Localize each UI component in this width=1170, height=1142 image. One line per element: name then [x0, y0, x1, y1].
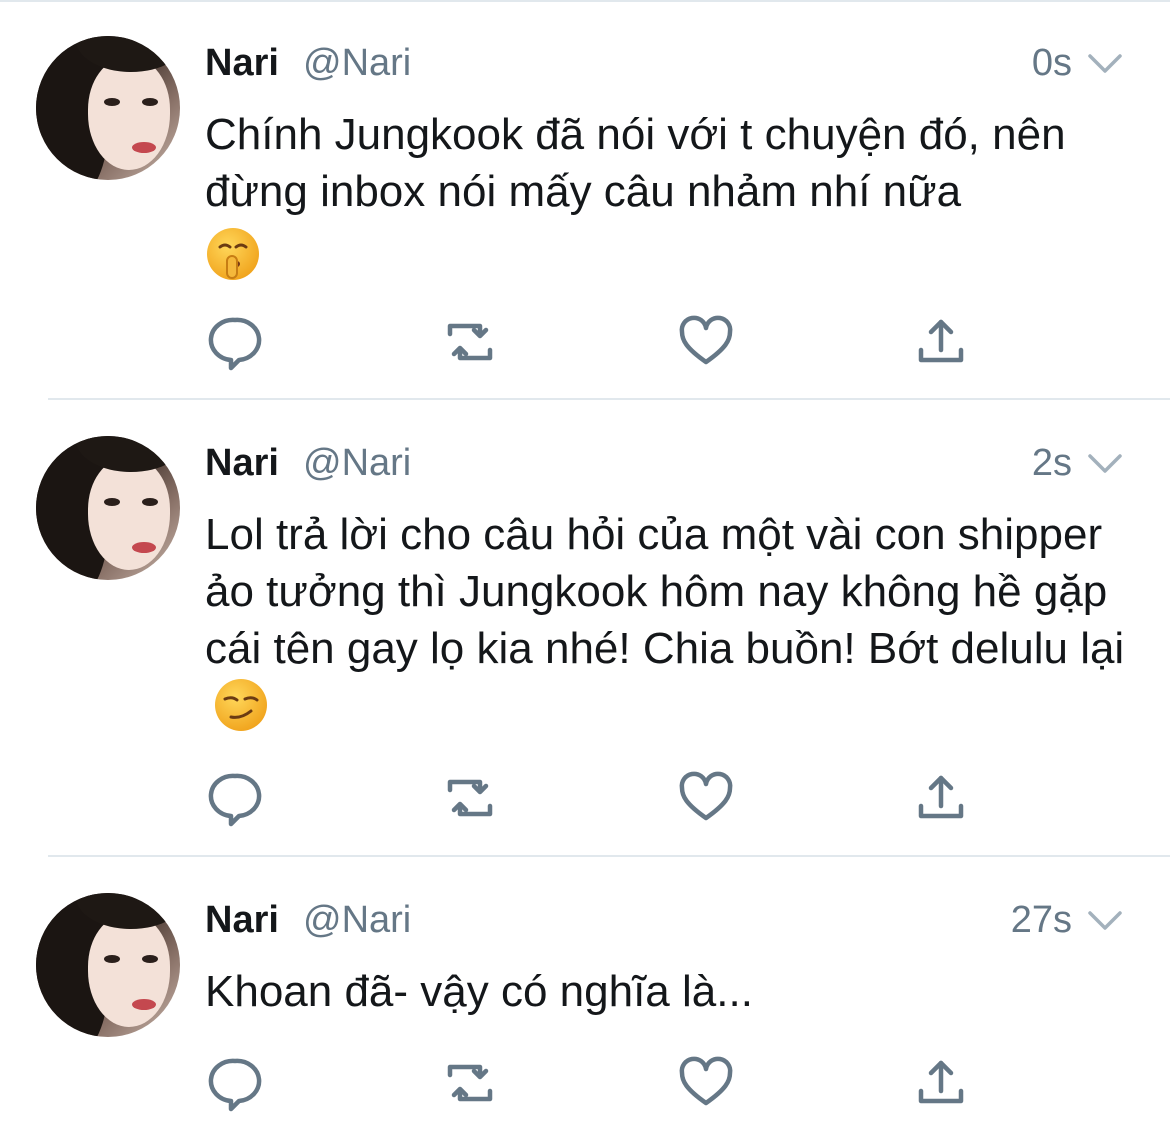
chevron-down-icon[interactable] [1086, 901, 1124, 939]
user-handle[interactable]: @Nari [303, 42, 411, 85]
tweet-text-content: Lol trả lời cho câu hỏi của một vài con … [205, 510, 1125, 673]
reply-button[interactable] [205, 768, 265, 828]
shushing-face-emoji [207, 228, 259, 280]
chevron-down-icon[interactable] [1086, 44, 1124, 82]
like-button[interactable] [676, 312, 736, 372]
avatar[interactable] [36, 436, 180, 580]
like-button[interactable] [676, 768, 736, 828]
user-name[interactable]: Nari [205, 899, 279, 942]
like-icon [679, 1056, 733, 1106]
tweet-time: 27s [1010, 899, 1072, 941]
reply-button[interactable] [205, 1053, 265, 1113]
tweet-time: 0s [1031, 42, 1072, 84]
retweet-button[interactable] [440, 1053, 500, 1113]
reply-button[interactable] [205, 312, 265, 372]
smirking-face-emoji [215, 679, 267, 731]
share-icon [918, 1060, 964, 1104]
retweet-icon [447, 1064, 493, 1102]
avatar[interactable] [36, 36, 180, 180]
user-handle[interactable]: @Nari [303, 442, 411, 485]
tweet-time: 2s [1031, 442, 1072, 484]
tweet-divider [48, 855, 1170, 857]
share-button[interactable] [911, 312, 971, 372]
avatar[interactable] [36, 893, 180, 1037]
tweet-text: Lol trả lời cho câu hỏi của một vài con … [205, 506, 1135, 737]
share-button[interactable] [911, 1053, 971, 1113]
chevron-down-icon[interactable] [1086, 444, 1124, 482]
retweet-icon [447, 323, 493, 361]
user-name[interactable]: Nari [205, 42, 279, 85]
top-divider [0, 0, 1170, 2]
user-handle[interactable]: @Nari [303, 899, 411, 942]
tweet-text-content: Chính Jungkook đã nói với t chuyện đó, n… [205, 110, 1066, 216]
tweet-text: Chính Jungkook đã nói với t chuyện đó, n… [205, 106, 1135, 286]
share-icon [918, 775, 964, 819]
tweet-text-content: Khoan đã- vậy có nghĩa là... [205, 967, 753, 1016]
reply-icon [208, 1058, 262, 1112]
like-icon [679, 771, 733, 821]
like-button[interactable] [676, 1053, 736, 1113]
reply-icon [208, 773, 262, 827]
reply-icon [208, 317, 262, 371]
retweet-button[interactable] [440, 768, 500, 828]
user-name[interactable]: Nari [205, 442, 279, 485]
share-button[interactable] [911, 768, 971, 828]
tweet-divider [48, 398, 1170, 400]
retweet-button[interactable] [440, 312, 500, 372]
like-icon [679, 315, 733, 365]
share-icon [918, 319, 964, 363]
tweet-text: Khoan đã- vậy có nghĩa là... [205, 963, 1135, 1020]
retweet-icon [447, 779, 493, 817]
